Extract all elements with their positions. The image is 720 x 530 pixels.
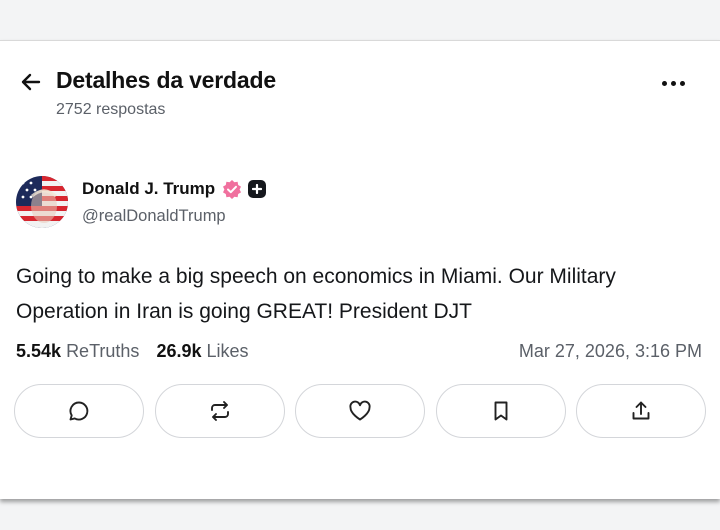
likes-count: 26.9k xyxy=(156,341,202,361)
avatar[interactable] xyxy=(16,176,68,228)
author-handle[interactable]: @realDonaldTrump xyxy=(82,207,226,226)
bookmark-icon xyxy=(494,401,507,421)
post-timestamp: Mar 27, 2026, 3:16 PM xyxy=(518,341,702,361)
retruths-stat[interactable]: 5.54k ReTruths xyxy=(16,341,139,361)
likes-stat[interactable]: 26.9k Likes xyxy=(156,341,248,361)
share-icon xyxy=(632,401,650,420)
post-detail-card: Detalhes da verdade 2752 respostas Donal… xyxy=(0,40,720,499)
share-button[interactable] xyxy=(576,384,706,438)
post-stats: 5.54k ReTruths 26.9k Likes xyxy=(16,341,261,362)
retruth-icon xyxy=(210,401,229,421)
likes-label: Likes xyxy=(206,341,249,361)
reply-button[interactable] xyxy=(14,384,144,438)
avatar-image xyxy=(16,176,68,228)
retruths-label: ReTruths xyxy=(66,341,140,361)
action-bar xyxy=(14,384,706,438)
reply-count: 2752 respostas xyxy=(56,101,166,118)
verified-badge-icon xyxy=(222,179,242,199)
retruths-count: 5.54k xyxy=(16,341,62,361)
post-text: Going to make a big speech on economics … xyxy=(16,265,616,323)
arrow-left-icon xyxy=(21,73,41,91)
page-title: Detalhes da verdade xyxy=(56,67,276,93)
heart-icon xyxy=(349,400,371,421)
bookmark-button[interactable] xyxy=(435,384,566,438)
plus-badge-icon xyxy=(248,180,266,198)
more-dots-icon xyxy=(661,80,667,86)
back-button[interactable] xyxy=(16,67,46,97)
more-dot xyxy=(670,80,676,86)
retruth-button[interactable] xyxy=(154,384,285,438)
comment-icon xyxy=(69,401,89,421)
like-button[interactable] xyxy=(295,384,425,438)
more-dot xyxy=(679,80,685,86)
author-name[interactable]: Donald J. Trump xyxy=(82,179,215,199)
page-header: Detalhes da verdade 2752 respostas xyxy=(0,41,720,141)
more-options-button[interactable] xyxy=(656,71,690,95)
